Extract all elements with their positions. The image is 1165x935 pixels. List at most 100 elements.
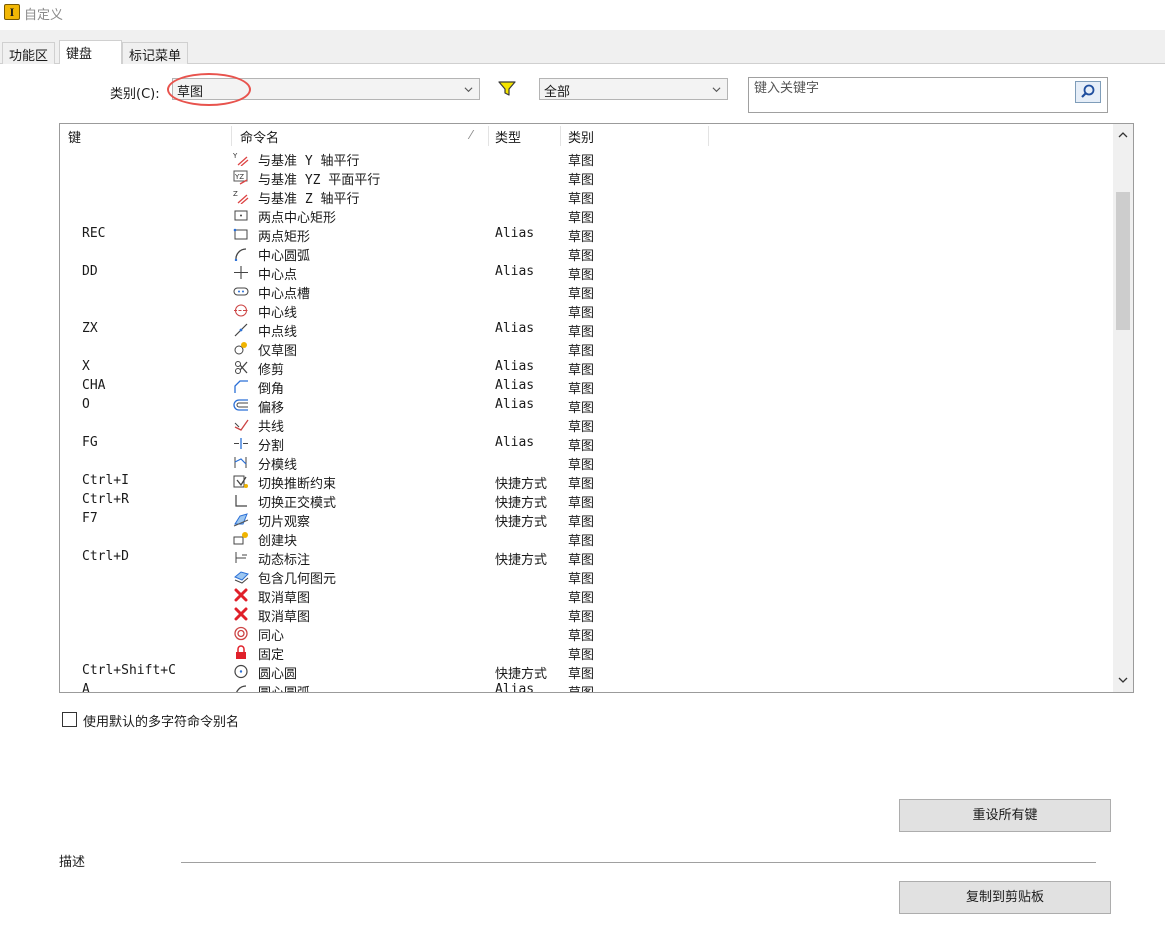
table-row[interactable]: 创建块 草图	[60, 529, 1115, 549]
table-row[interactable]: 固定 草图	[60, 643, 1115, 663]
search-input[interactable]	[752, 79, 1072, 97]
row-type-cell: 快捷方式	[495, 515, 548, 530]
row-category-cell: 草图	[568, 667, 595, 682]
row-category-cell: 草图	[568, 344, 595, 359]
row-command-cell: 倒角	[258, 382, 285, 397]
filter-select[interactable]: 全部	[539, 78, 728, 100]
row-type-cell: Alias	[495, 682, 535, 692]
collinear-icon	[234, 419, 249, 431]
table-row[interactable]: Ctrl+I 切换推断约束 快捷方式 草图	[60, 472, 1115, 492]
parting-line-icon	[234, 457, 247, 468]
row-command-cell: 圆心圆弧	[258, 682, 310, 692]
reset-all-keys-button[interactable]: 重设所有键	[899, 799, 1111, 832]
tab-bar: 功能区 键盘 标记菜单	[0, 40, 1165, 65]
row-category-cell: 草图	[568, 230, 595, 245]
category-label: 类别(C):	[110, 87, 160, 102]
table-row[interactable]: DD 中心点 Alias 草图	[60, 263, 1115, 283]
tab-ribbon[interactable]: 功能区	[2, 42, 56, 64]
copy-to-clipboard-button[interactable]: 复制到剪贴板	[899, 881, 1111, 914]
row-command-cell: 同心	[258, 629, 285, 644]
row-command-cell: 两点矩形	[258, 230, 311, 245]
default-aliases-checkbox[interactable]	[62, 712, 77, 727]
table-row[interactable]: 同心 草图	[60, 624, 1115, 644]
tab-marking-menu[interactable]: 标记菜单	[122, 42, 189, 64]
row-command-cell: 中心点槽	[258, 287, 311, 302]
table-row[interactable]: 取消草图 草图	[60, 586, 1115, 606]
window-title: 自定义	[24, 8, 64, 23]
table-row[interactable]: F7 切片观察 快捷方式 草图	[60, 510, 1115, 530]
row-command-cell: 取消草图	[258, 591, 311, 606]
vertical-scrollbar[interactable]	[1113, 124, 1133, 692]
row-command-cell: 分割	[258, 439, 285, 454]
row-category-cell: 草图	[568, 682, 594, 692]
table-row[interactable]: Ctrl+Shift+C 圆心圆 快捷方式 草图	[60, 662, 1115, 682]
row-key-cell: CHA	[82, 378, 106, 393]
row-category-cell: 草图	[568, 401, 595, 416]
row-category-cell: 草图	[568, 553, 595, 568]
column-header-key[interactable]: 键	[68, 127, 81, 147]
row-category-cell: 草图	[568, 610, 595, 625]
row-category-cell: 草图	[568, 648, 595, 663]
row-key-cell: A	[82, 682, 90, 692]
table-row[interactable]: Y 与基准 Y 轴平行 草图	[60, 149, 1115, 169]
table-row[interactable]: FG 分割 Alias 草图	[60, 434, 1115, 454]
svg-text:YZ: YZ	[234, 173, 244, 181]
chevron-up-icon[interactable]	[1117, 130, 1129, 140]
table-row[interactable]: Z 与基准 Z 轴平行 草图	[60, 187, 1115, 207]
table-row[interactable]: Ctrl+R 切换正交模式 快捷方式 草图	[60, 491, 1115, 511]
chamfer-icon	[234, 380, 248, 393]
row-category-cell: 草图	[568, 211, 595, 226]
table-row[interactable]: CHA 倒角 Alias 草图	[60, 377, 1115, 397]
table-row[interactable]: YZ 与基准 YZ 平面平行 草图	[60, 168, 1115, 188]
row-command-cell: 动态标注	[258, 553, 311, 568]
table-row[interactable]: REC 两点矩形 Alias 草图	[60, 225, 1115, 245]
row-type-cell: Alias	[495, 378, 535, 393]
table-row[interactable]: 中心圆弧 草图	[60, 244, 1115, 264]
row-category-cell: 草图	[568, 439, 595, 454]
table-row[interactable]: Ctrl+D 动态标注 快捷方式 草图	[60, 548, 1115, 568]
search-button[interactable]	[1075, 81, 1101, 103]
center-point-icon	[234, 266, 248, 279]
row-category-cell: 草图	[568, 382, 595, 397]
column-header-category[interactable]: 类别	[568, 127, 594, 147]
table-row[interactable]: 分模线 草图	[60, 453, 1115, 473]
table-body: Y 与基准 Y 轴平行 草图 YZ 与基准 YZ 平面平行 草图 Z 与基准 Z 轴平行 草图两…	[60, 149, 1115, 692]
sort-indicator: ⁄	[470, 128, 473, 142]
table-row[interactable]: 中心线 草图	[60, 301, 1115, 321]
cancel-red-x-icon	[234, 588, 248, 602]
table-row[interactable]: A 圆心圆弧 Alias 草图	[60, 681, 1115, 692]
row-command-cell: 与基准 YZ 平面平行	[258, 173, 381, 188]
row-command-cell: 切换推断约束	[258, 477, 337, 492]
table-row[interactable]: 包含几何图元 草图	[60, 567, 1115, 587]
table-row[interactable]: 两点中心矩形 草图	[60, 206, 1115, 226]
scrollbar-thumb[interactable]	[1116, 192, 1130, 330]
create-block-icon	[233, 532, 248, 545]
slice-graphics-icon	[233, 513, 249, 527]
row-category-cell: 草图	[568, 306, 595, 321]
chevron-down-icon[interactable]	[1117, 675, 1129, 685]
table-row[interactable]: 共线 草图	[60, 415, 1115, 435]
row-category-cell: 草图	[568, 534, 595, 549]
table-row[interactable]: 中心点槽 草图	[60, 282, 1115, 302]
app-logo-icon: I	[4, 4, 20, 20]
row-command-cell: 切换正交模式	[258, 496, 337, 511]
table-row[interactable]: O 偏移 Alias 草图	[60, 396, 1115, 416]
row-key-cell: ZX	[82, 321, 98, 336]
row-category-cell: 草图	[568, 173, 595, 188]
filter-icon[interactable]	[498, 80, 516, 98]
centerline-icon	[234, 304, 248, 317]
column-header-command[interactable]: 命令名	[240, 127, 279, 147]
chevron-down-icon	[712, 87, 721, 93]
row-category-cell: 草图	[568, 629, 595, 644]
table-row[interactable]: 取消草图 草图	[60, 605, 1115, 625]
row-category-cell: 草图	[568, 458, 595, 473]
row-type-cell: Alias	[495, 397, 535, 412]
row-key-cell: O	[82, 397, 90, 412]
column-header-type[interactable]: 类型	[495, 127, 521, 147]
dynamic-dimension-icon	[235, 552, 247, 563]
table-row[interactable]: ZX 中点线 Alias 草图	[60, 320, 1115, 340]
tab-keyboard[interactable]: 键盘	[59, 40, 122, 65]
row-command-cell: 共线	[258, 420, 285, 435]
table-row[interactable]: 仅草图 草图	[60, 339, 1115, 359]
table-row[interactable]: X 修剪 Alias 草图	[60, 358, 1115, 378]
